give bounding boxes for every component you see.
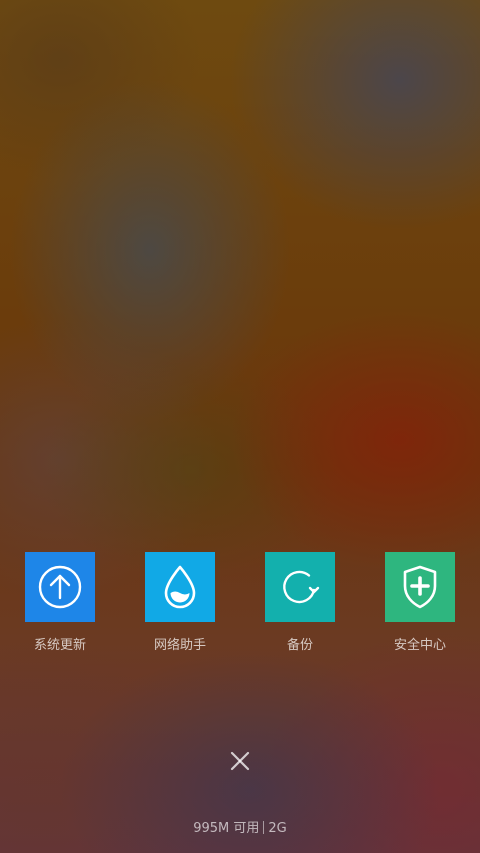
network-assistant-label: 网络助手 [153,638,206,653]
memory-total: 2G [268,821,287,836]
system-update-shortcut[interactable]: 系统更新 [25,552,95,653]
network-assistant-tile [145,552,215,622]
water-drop-icon [164,565,196,609]
backup-tile [265,552,335,622]
security-center-label: 安全中心 [393,638,446,653]
memory-divider [263,821,265,834]
refresh-circle-icon [283,570,320,604]
network-assistant-shortcut[interactable]: 网络助手 [145,552,215,653]
close-icon [230,751,250,771]
memory-available: 995M 可用 [193,821,260,836]
system-update-tile [25,552,95,622]
backup-label: 备份 [286,638,313,653]
shortcut-row: 系统更新 网络助手 备份 安全中心 [0,552,480,662]
close-button[interactable] [220,741,260,781]
blurred-wallpaper [0,0,480,853]
memory-status: 995M 可用 2G [0,817,480,836]
backup-shortcut[interactable]: 备份 [265,552,335,653]
shield-plus-icon [403,565,437,609]
system-update-label: 系统更新 [33,638,86,653]
arrow-up-circle-icon [38,565,82,609]
recents-screen: 系统更新 网络助手 备份 安全中心 995M 可用 2G [0,0,480,853]
security-center-shortcut[interactable]: 安全中心 [385,552,455,653]
security-center-tile [385,552,455,622]
